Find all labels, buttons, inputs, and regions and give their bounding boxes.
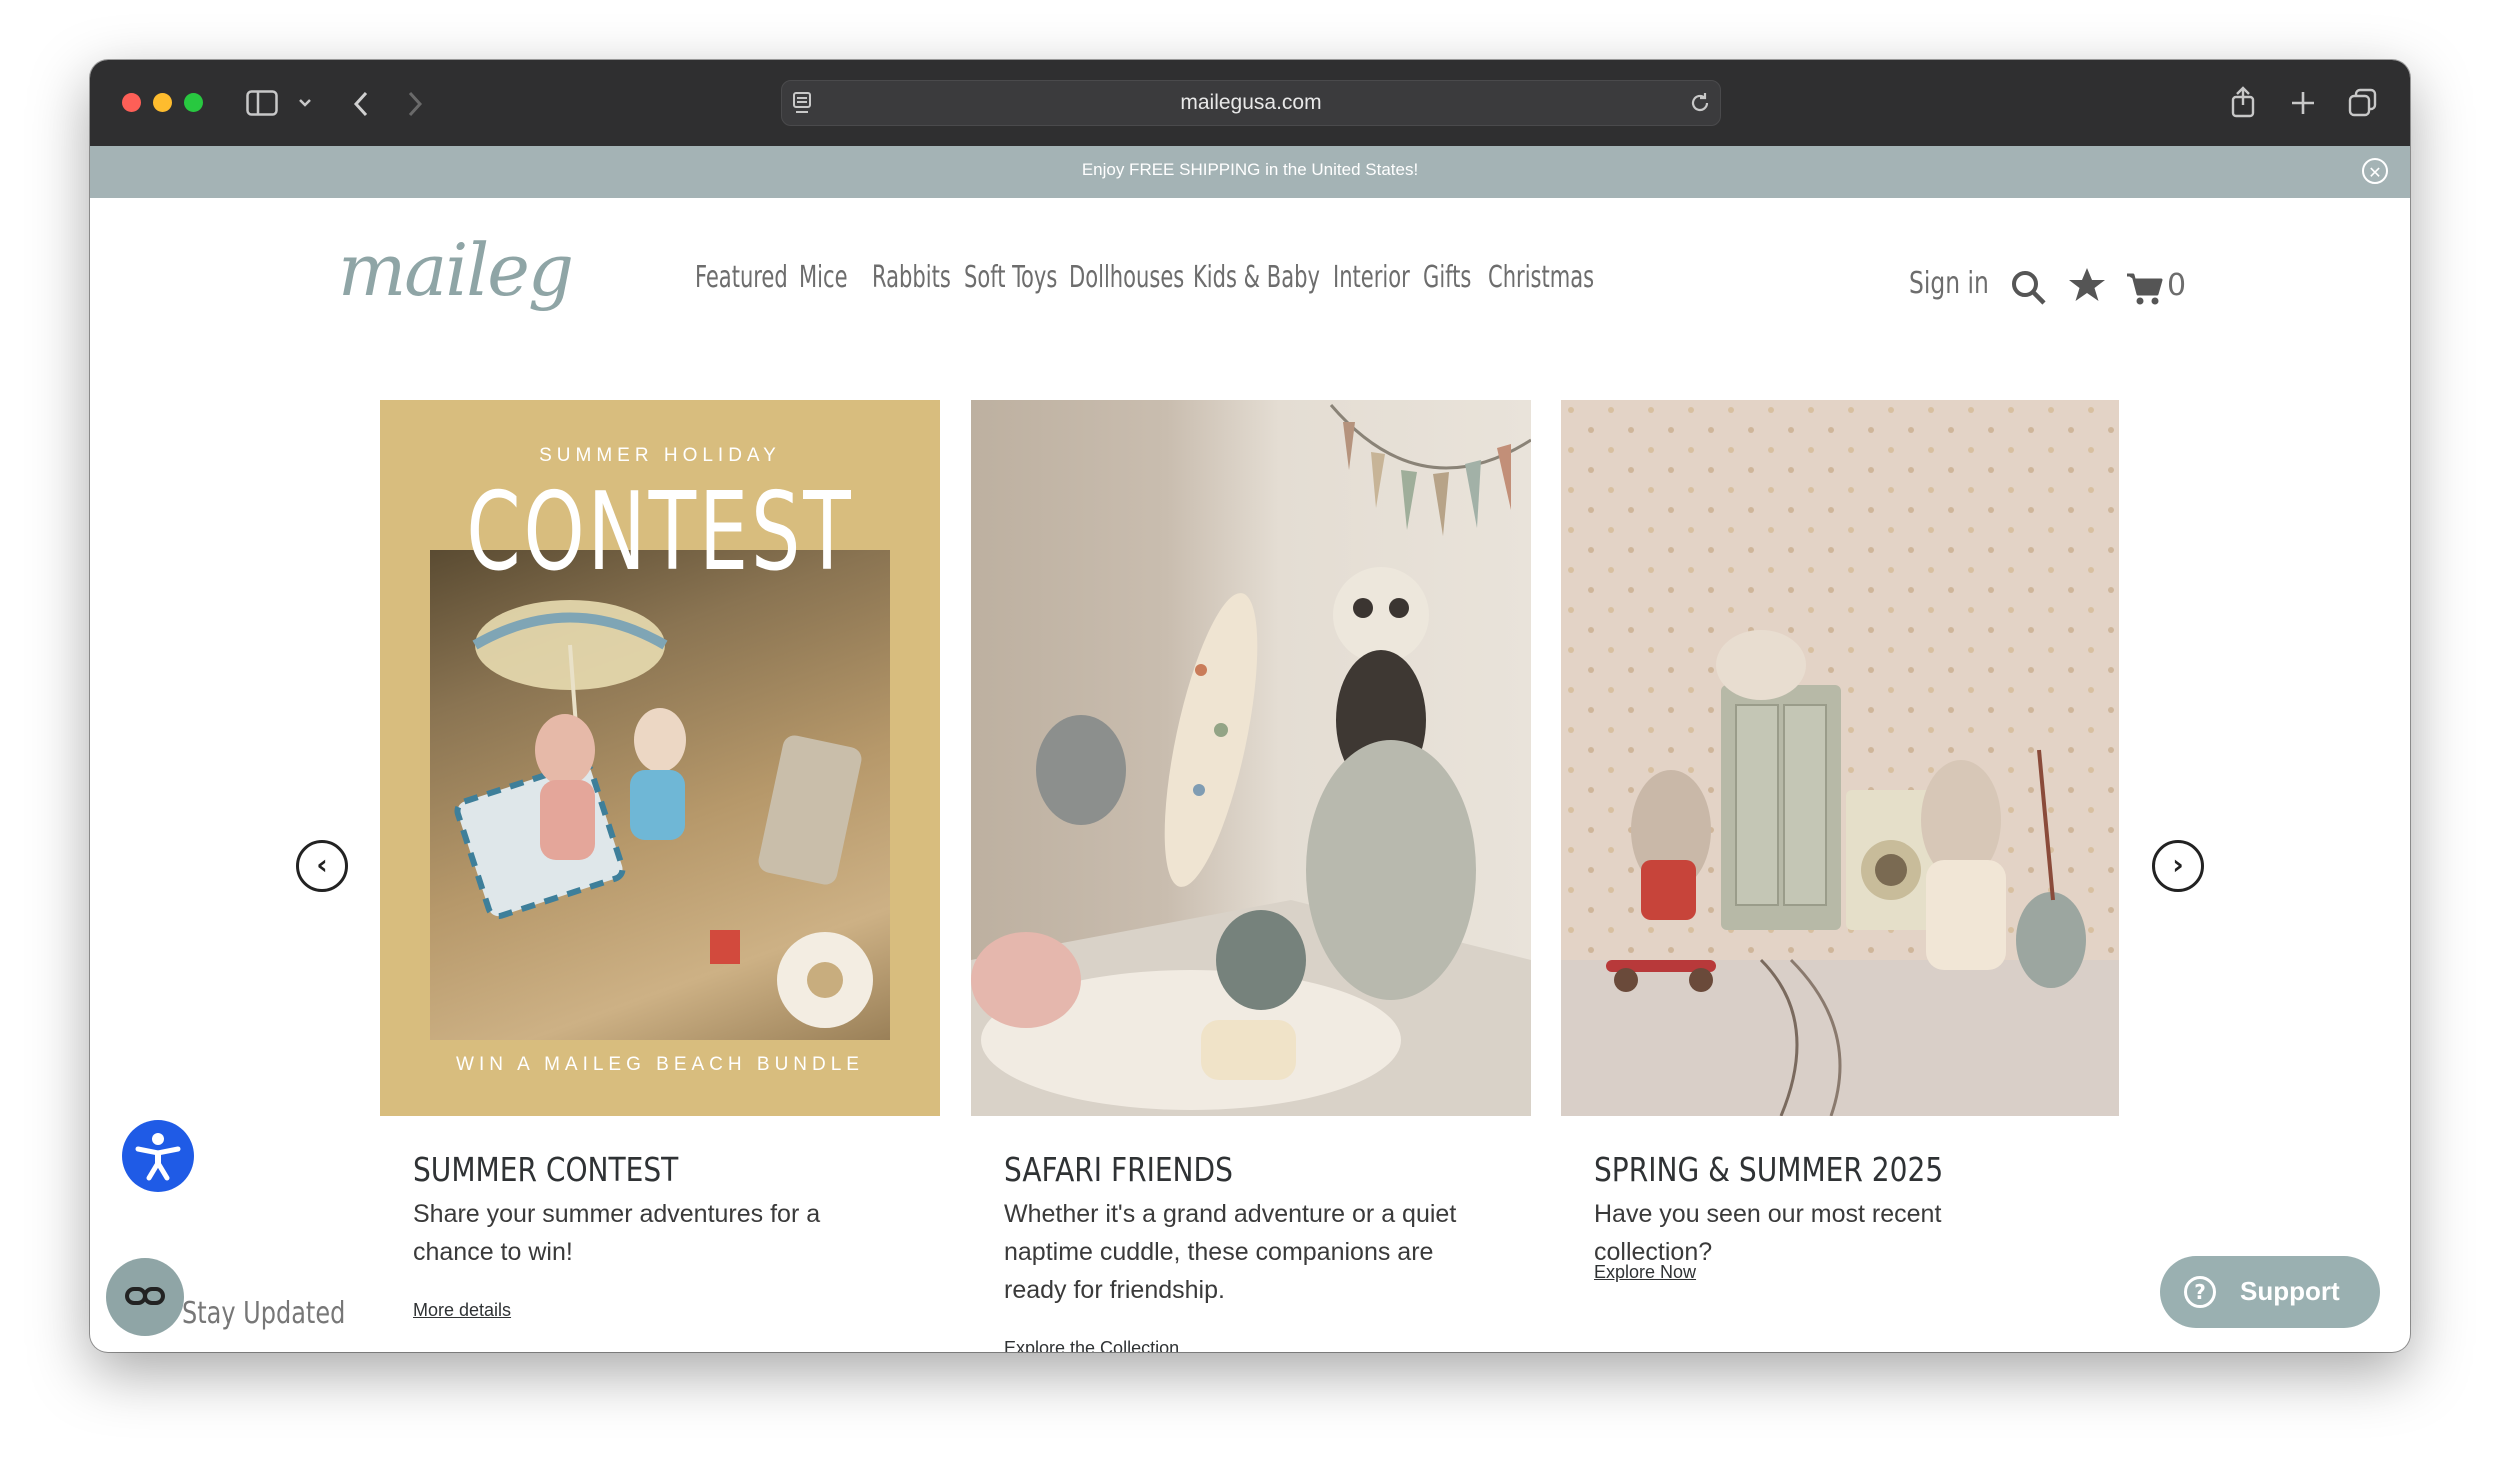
explore-now-link[interactable]: Explore Now: [1594, 1262, 1696, 1283]
contest-card-image[interactable]: SUMMER HOLIDAY CONTEST WIN A MAILEG BEAC…: [380, 400, 940, 1116]
nav-mice[interactable]: Mice: [799, 260, 848, 295]
site-logo[interactable]: maileg: [338, 228, 574, 312]
contest-overline: SUMMER HOLIDAY: [539, 445, 781, 466]
contest-headline: CONTEST: [466, 470, 854, 595]
nav-interior[interactable]: Interior: [1333, 260, 1410, 295]
star-icon[interactable]: [2067, 266, 2107, 306]
nav-featured[interactable]: Featured: [695, 260, 788, 295]
announcement-bar: Enjoy FREE SHIPPING in the United States…: [90, 146, 2410, 198]
cart-icon[interactable]: [2125, 272, 2163, 306]
close-window-button[interactable]: [122, 93, 141, 112]
nav-gifts[interactable]: Gifts: [1423, 260, 1471, 295]
accessibility-icon: [135, 1133, 181, 1181]
reload-icon[interactable]: [1688, 91, 1712, 115]
search-icon[interactable]: [2011, 270, 2047, 306]
contest-footer-text: WIN A MAILEG BEACH BUNDLE: [456, 1054, 864, 1075]
sign-in-link[interactable]: Sign in: [1909, 266, 1989, 301]
card-title[interactable]: SAFARI FRIENDS: [1004, 1150, 1233, 1189]
glasses-icon: [125, 1287, 165, 1305]
zoom-window-button[interactable]: [184, 93, 203, 112]
address-bar[interactable]: mailegusa.com: [781, 80, 1721, 126]
card-title[interactable]: SPRING & SUMMER 2025: [1594, 1150, 1943, 1189]
new-tab-icon[interactable]: [2290, 90, 2316, 116]
forward-icon[interactable]: [406, 90, 424, 118]
browser-window: mailegusa.com Enjoy FREE SHIPPING in the…: [90, 60, 2410, 1352]
nav-dollhouses[interactable]: Dollhouses: [1069, 260, 1184, 295]
more-details-link[interactable]: More details: [413, 1300, 511, 1321]
accessibility-button[interactable]: [122, 1120, 194, 1192]
nav-christmas[interactable]: Christmas: [1488, 260, 1594, 295]
announcement-text: Enjoy FREE SHIPPING in the United States…: [1081, 160, 1419, 179]
explore-collection-link[interactable]: Explore the Collection: [1004, 1338, 1179, 1352]
minimize-window-button[interactable]: [153, 93, 172, 112]
chevron-down-icon[interactable]: [298, 98, 312, 108]
help-icon: ?: [2184, 1276, 2216, 1308]
nav-rabbits[interactable]: Rabbits: [872, 260, 951, 295]
chevron-left-icon[interactable]: ‹: [296, 840, 348, 892]
tabs-icon[interactable]: [2348, 88, 2378, 118]
nav-soft-toys[interactable]: Soft Toys: [964, 260, 1057, 295]
cart-count[interactable]: 0: [2167, 268, 2186, 303]
share-icon[interactable]: [2230, 86, 2256, 118]
nav-kids-baby[interactable]: Kids & Baby: [1193, 260, 1320, 295]
sidebar-icon[interactable]: [246, 90, 278, 116]
card-description: Whether it's a grand adventure or a quie…: [1004, 1200, 1457, 1304]
safari-card-image[interactable]: [971, 400, 1531, 1116]
support-button[interactable]: ? Support: [2160, 1256, 2380, 1328]
stay-updated-button[interactable]: [106, 1258, 184, 1336]
contest-photo: [430, 550, 890, 1040]
browser-toolbar: mailegusa.com: [90, 60, 2410, 147]
card-title[interactable]: SUMMER CONTEST: [413, 1150, 678, 1189]
card-description: Share your summer adventures for a chanc…: [413, 1200, 821, 1266]
back-icon[interactable]: [352, 90, 370, 118]
support-label: Support: [2240, 1276, 2340, 1306]
main-nav: Featured Mice Rabbits Soft Toys Dollhous…: [695, 260, 1649, 295]
close-icon[interactable]: ✕: [2362, 158, 2388, 184]
spring-card-image[interactable]: [1561, 400, 2119, 1116]
spring-scene-illustration: [1561, 400, 2119, 1116]
card-description: Have you seen our most recent collection…: [1594, 1200, 1942, 1266]
safari-scene-illustration: [971, 404, 1531, 1116]
stay-updated-label[interactable]: Stay Updated: [182, 1296, 345, 1331]
beach-scene-illustration: [454, 600, 873, 1028]
chevron-right-icon[interactable]: ›: [2152, 840, 2204, 892]
url-text: mailegusa.com: [1180, 91, 1322, 114]
